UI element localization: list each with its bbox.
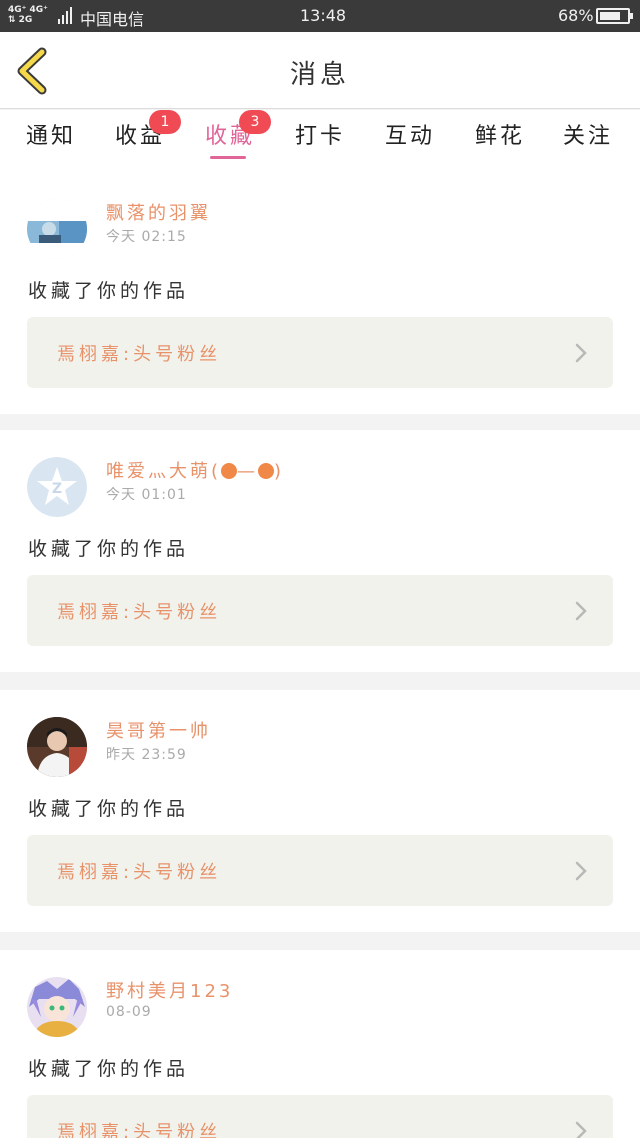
message-card: 昊哥第一帅 昨天 23:59 收藏了你的作品 焉栩嘉:头号粉丝 xyxy=(0,690,640,932)
tab-bar: 通知 收益 1 收藏 3 打卡 互动 鲜花 关注 xyxy=(0,110,640,172)
page-title: 消息 xyxy=(289,60,350,90)
unread-badge: 3 xyxy=(239,110,271,134)
message-card: 野村美月123 08-09 收藏了你的作品 焉栩嘉:头号粉丝 xyxy=(0,950,640,1138)
clock: 13:48 xyxy=(300,6,347,25)
tab-favorites[interactable]: 收藏 3 xyxy=(195,110,271,159)
network-indicator: 4G⁺ 4G⁺ ⇅ 2G xyxy=(8,5,48,25)
tab-notifications[interactable]: 通知 xyxy=(16,118,86,150)
work-link[interactable]: 焉栩嘉:头号粉丝 xyxy=(27,835,613,906)
user-name-dash: — xyxy=(237,461,259,482)
user-name-text: 唯爱灬大萌( xyxy=(106,461,222,482)
chevron-right-icon xyxy=(575,1121,587,1138)
message-text: 收藏了你的作品 xyxy=(28,538,190,560)
work-link[interactable]: 焉栩嘉:头号粉丝 xyxy=(27,317,613,388)
message-card: 飘落的羽翼 今天 02:15 收藏了你的作品 焉栩嘉:头号粉丝 xyxy=(0,172,640,414)
chevron-right-icon xyxy=(575,861,587,881)
message-card: Z 唯爱灬大萌( —) 今天 01:01 收藏了你的作品 焉栩嘉:头号粉丝 xyxy=(0,430,640,672)
message-text: 收藏了你的作品 xyxy=(28,280,190,302)
user-name[interactable]: 唯爱灬大萌( —) xyxy=(106,457,284,483)
header-bar: 消息 xyxy=(0,32,640,109)
user-name[interactable]: 飘落的羽翼 xyxy=(106,199,211,225)
battery-icon xyxy=(596,8,633,24)
emoji-dot xyxy=(258,463,275,479)
tab-label: 通知 xyxy=(25,124,76,149)
emoji-dot xyxy=(221,463,238,479)
battery-percent: 68% xyxy=(558,6,594,25)
network-type-line1: 4G⁺ 4G⁺ xyxy=(8,5,48,15)
status-bar: 4G⁺ 4G⁺ ⇅ 2G 中国电信 13:48 68% xyxy=(0,0,640,32)
tab-checkin[interactable]: 打卡 xyxy=(285,118,355,150)
message-text: 收藏了你的作品 xyxy=(28,1058,190,1080)
work-link[interactable]: 焉栩嘉:头号粉丝 xyxy=(27,575,613,646)
message-time: 08-09 xyxy=(106,1004,152,1020)
tab-flowers[interactable]: 鲜花 xyxy=(465,118,535,150)
carrier-name: 中国电信 xyxy=(80,10,145,29)
tab-earnings[interactable]: 收益 1 xyxy=(105,110,181,150)
user-name-close: ) xyxy=(274,461,285,482)
network-type-line2: ⇅ 2G xyxy=(8,15,33,25)
tab-label: 鲜花 xyxy=(474,124,525,149)
avatar[interactable] xyxy=(27,977,87,1037)
svg-text:Z: Z xyxy=(52,481,62,497)
chevron-right-icon xyxy=(575,601,587,621)
tab-label: 关注 xyxy=(562,124,613,149)
work-link[interactable]: 焉栩嘉:头号粉丝 xyxy=(27,1095,613,1138)
tab-follows[interactable]: 关注 xyxy=(553,118,623,150)
tab-label: 互动 xyxy=(384,124,435,149)
tab-label: 打卡 xyxy=(294,124,345,149)
active-tab-indicator xyxy=(210,156,246,159)
tab-interactions[interactable]: 互动 xyxy=(375,118,445,150)
work-title: 焉栩嘉:头号粉丝 xyxy=(57,1122,222,1138)
work-title: 焉栩嘉:头号粉丝 xyxy=(57,862,222,883)
message-time: 今天 01:01 xyxy=(106,487,187,503)
message-text: 收藏了你的作品 xyxy=(28,798,190,820)
chevron-right-icon xyxy=(575,343,587,363)
unread-badge: 1 xyxy=(149,110,181,134)
avatar[interactable]: Z xyxy=(27,457,87,517)
message-time: 昨天 23:59 xyxy=(106,747,187,763)
work-title: 焉栩嘉:头号粉丝 xyxy=(57,344,222,365)
message-time: 今天 02:15 xyxy=(106,229,187,245)
work-title: 焉栩嘉:头号粉丝 xyxy=(57,602,222,623)
avatar[interactable] xyxy=(27,717,87,777)
signal-icon xyxy=(58,7,72,24)
user-name[interactable]: 野村美月123 xyxy=(106,977,233,1003)
user-name[interactable]: 昊哥第一帅 xyxy=(106,717,211,743)
avatar[interactable] xyxy=(27,199,87,259)
